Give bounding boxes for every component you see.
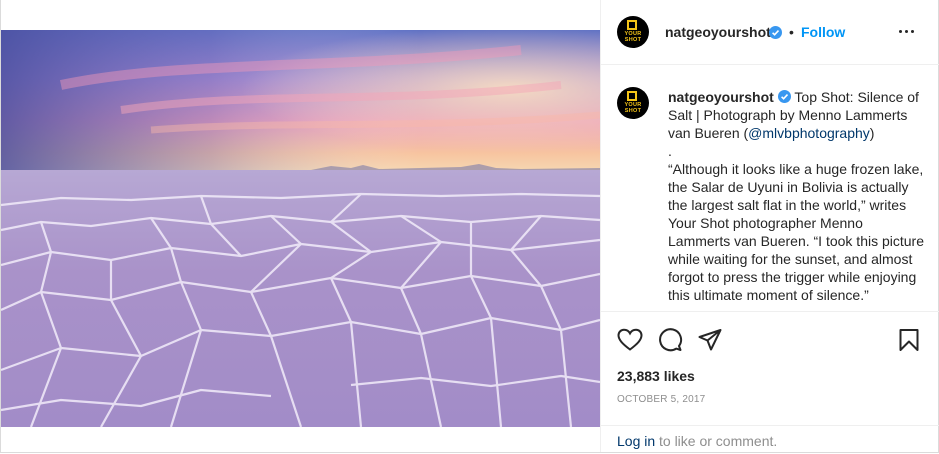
natgeo-frame-logo — [627, 91, 637, 101]
verified-badge-icon — [769, 26, 782, 39]
post-photo[interactable] — [1, 30, 600, 427]
header-username[interactable]: natgeoyourshot — [665, 24, 771, 40]
post-actions: 23,883 likes OCTOBER 5, 2017 Log in to l… — [601, 311, 939, 452]
caption-mention-link[interactable]: @mlvbphotography — [748, 125, 870, 141]
follow-button[interactable]: Follow — [801, 24, 845, 40]
caption-avatar[interactable]: YOUR SHOT — [617, 87, 649, 119]
post-caption: natgeoyourshot Top Shot: Silence of Salt… — [668, 88, 926, 304]
avatar[interactable]: YOUR SHOT — [617, 16, 649, 48]
login-prompt-text: to like or comment. — [659, 433, 778, 449]
avatar-text-line-2: SHOT — [624, 108, 642, 114]
login-prompt: Log in to like or comment. — [601, 425, 939, 453]
natgeo-frame-logo — [627, 20, 637, 30]
verified-badge-icon — [777, 90, 791, 103]
instagram-post: YOUR SHOT natgeoyourshot • Follow YOUR S… — [0, 0, 939, 453]
caption-body: . “Although it looks like a huge frozen … — [668, 143, 924, 303]
caption-after-mention: ) — [869, 125, 875, 141]
avatar-text-line-2: SHOT — [624, 37, 642, 43]
more-options-icon[interactable] — [899, 22, 917, 40]
bookmark-icon[interactable] — [897, 328, 921, 352]
comment-icon[interactable] — [657, 328, 683, 352]
share-icon[interactable] — [697, 328, 723, 352]
separator-dot: • — [789, 24, 794, 40]
login-link[interactable]: Log in — [617, 433, 655, 449]
post-sidebar: YOUR SHOT natgeoyourshot • Follow YOUR S… — [600, 0, 939, 452]
salt-flat-image — [1, 30, 600, 427]
likes-count[interactable]: 23,883 likes — [617, 368, 695, 384]
post-date: OCTOBER 5, 2017 — [617, 394, 706, 405]
heart-icon[interactable] — [617, 328, 643, 352]
caption-area: YOUR SHOT natgeoyourshot Top Shot: Silen… — [601, 65, 939, 311]
caption-username[interactable]: natgeoyourshot — [668, 89, 774, 105]
post-header: YOUR SHOT natgeoyourshot • Follow — [601, 0, 939, 65]
